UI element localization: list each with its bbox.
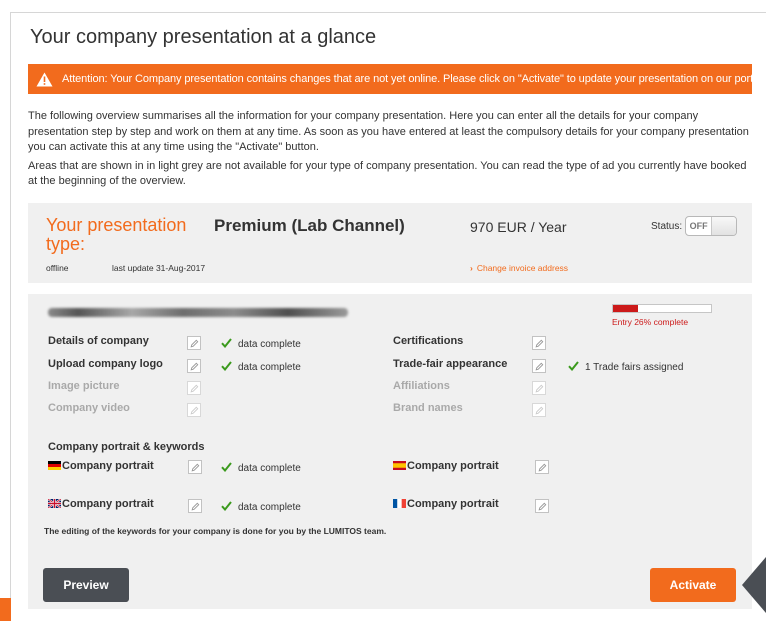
portrait-de-text: Company portrait (62, 460, 154, 472)
image-picture-label: Image picture (48, 380, 120, 392)
pencil-icon (190, 406, 199, 415)
bottom-accent-marker (0, 598, 11, 621)
status-toggle-knob (712, 217, 737, 235)
edit-company-video-button (187, 403, 201, 417)
status-toggle-text: OFF (686, 217, 713, 235)
edit-affiliations-button (532, 381, 546, 395)
status-text: data complete (238, 339, 301, 350)
company-name-redacted (48, 308, 348, 317)
portrait-uk-status: data complete (221, 501, 301, 514)
status-text: data complete (238, 502, 301, 513)
side-panel-arrow[interactable] (742, 557, 766, 613)
edit-portrait-es-button[interactable] (535, 460, 549, 474)
portrait-uk-text: Company portrait (62, 498, 154, 510)
portrait-es-label: Company portrait (393, 460, 499, 472)
intro-text: The following overview summarises all th… (28, 109, 752, 193)
entry-progress-fill (613, 305, 639, 312)
check-icon (221, 462, 232, 475)
pencil-icon (538, 502, 547, 511)
edit-portrait-uk-button[interactable] (188, 499, 202, 513)
status-toggle[interactable]: OFF (685, 216, 738, 236)
change-invoice-address-link[interactable]: › Change invoice address (470, 263, 568, 273)
edit-portrait-de-button[interactable] (188, 460, 202, 474)
intro-paragraph-1: The following overview summarises all th… (28, 110, 749, 154)
trade-fair-appearance-label: Trade-fair appearance (393, 358, 508, 370)
presentation-type-panel: Your presentation type: Premium (Lab Cha… (28, 203, 752, 283)
check-icon (221, 338, 232, 351)
edit-trade-fair-button[interactable] (532, 359, 546, 373)
edit-brand-names-button (532, 403, 546, 417)
portrait-fr-text: Company portrait (407, 498, 499, 510)
keywords-note: The editing of the keywords for your com… (44, 526, 387, 536)
status-text: data complete (238, 362, 301, 373)
presentation-price: 970 EUR / Year (470, 219, 567, 235)
invoice-link-label: Change invoice address (476, 263, 569, 273)
page-title: Your company presentation at a glance (30, 26, 377, 48)
affiliations-label: Affiliations (393, 380, 450, 392)
entry-progress-bar (612, 304, 712, 313)
spain-flag-icon (393, 461, 406, 470)
attention-alert: Attention: Your Company presentation con… (28, 64, 766, 94)
online-state: offline (46, 263, 69, 273)
details-of-company-status: data complete (221, 338, 301, 351)
pencil-icon (535, 406, 544, 415)
presentation-type-label: Your presentation type: (46, 215, 187, 254)
status-control: Status: OFF (651, 216, 738, 236)
portrait-de-status: data complete (221, 462, 301, 475)
company-video-label: Company video (48, 402, 130, 414)
portrait-uk-label: Company portrait (47, 498, 154, 510)
france-flag-icon (393, 499, 406, 508)
pencil-icon (190, 362, 199, 371)
edit-image-picture-button (187, 381, 201, 395)
pencil-icon (538, 463, 547, 472)
germany-flag-icon (48, 461, 61, 470)
check-icon (221, 361, 232, 374)
alert-text: Attention: Your Company presentation con… (62, 73, 766, 85)
edit-upload-logo-button[interactable] (187, 359, 201, 373)
last-update: last update 31-Aug-2017 (112, 263, 206, 273)
intro-paragraph-2: Areas that are shown in in light grey ar… (28, 159, 747, 188)
portrait-es-text: Company portrait (407, 460, 499, 472)
action-footer: Preview Activate (28, 557, 752, 609)
status-text: data complete (238, 463, 301, 474)
presentation-type-value: Premium (Lab Channel) (214, 216, 405, 235)
edit-details-of-company-button[interactable] (187, 336, 201, 350)
uk-flag-icon (47, 498, 62, 509)
activate-button[interactable]: Activate (650, 568, 736, 602)
pencil-icon (535, 362, 544, 371)
warning-icon (36, 72, 53, 87)
pencil-icon (535, 384, 544, 393)
entry-progress-label: Entry 26% complete (612, 317, 689, 327)
portrait-de-label: Company portrait (48, 460, 154, 472)
trade-fair-status: 1 Trade fairs assigned (568, 361, 683, 374)
pencil-icon (190, 384, 199, 393)
chevron-right-icon: › (470, 263, 473, 273)
edit-certifications-button[interactable] (532, 336, 546, 350)
pencil-icon (191, 502, 200, 511)
status-label: Status: (651, 220, 683, 232)
upload-logo-status: data complete (221, 361, 301, 374)
certifications-label: Certifications (393, 335, 464, 347)
upload-company-logo-label: Upload company logo (48, 358, 163, 370)
pencil-icon (535, 339, 544, 348)
status-text: 1 Trade fairs assigned (585, 362, 684, 373)
preview-button[interactable]: Preview (43, 568, 129, 602)
brand-names-label: Brand names (393, 402, 463, 414)
check-icon (221, 501, 232, 514)
portrait-section-heading: Company portrait & keywords (48, 441, 205, 453)
pencil-icon (190, 339, 199, 348)
pencil-icon (191, 463, 200, 472)
portrait-fr-label: Company portrait (393, 498, 499, 510)
details-of-company-label: Details of company (48, 335, 149, 347)
edit-portrait-fr-button[interactable] (535, 499, 549, 513)
details-panel: Entry 26% complete Details of company da… (28, 294, 752, 557)
check-icon (568, 361, 579, 374)
